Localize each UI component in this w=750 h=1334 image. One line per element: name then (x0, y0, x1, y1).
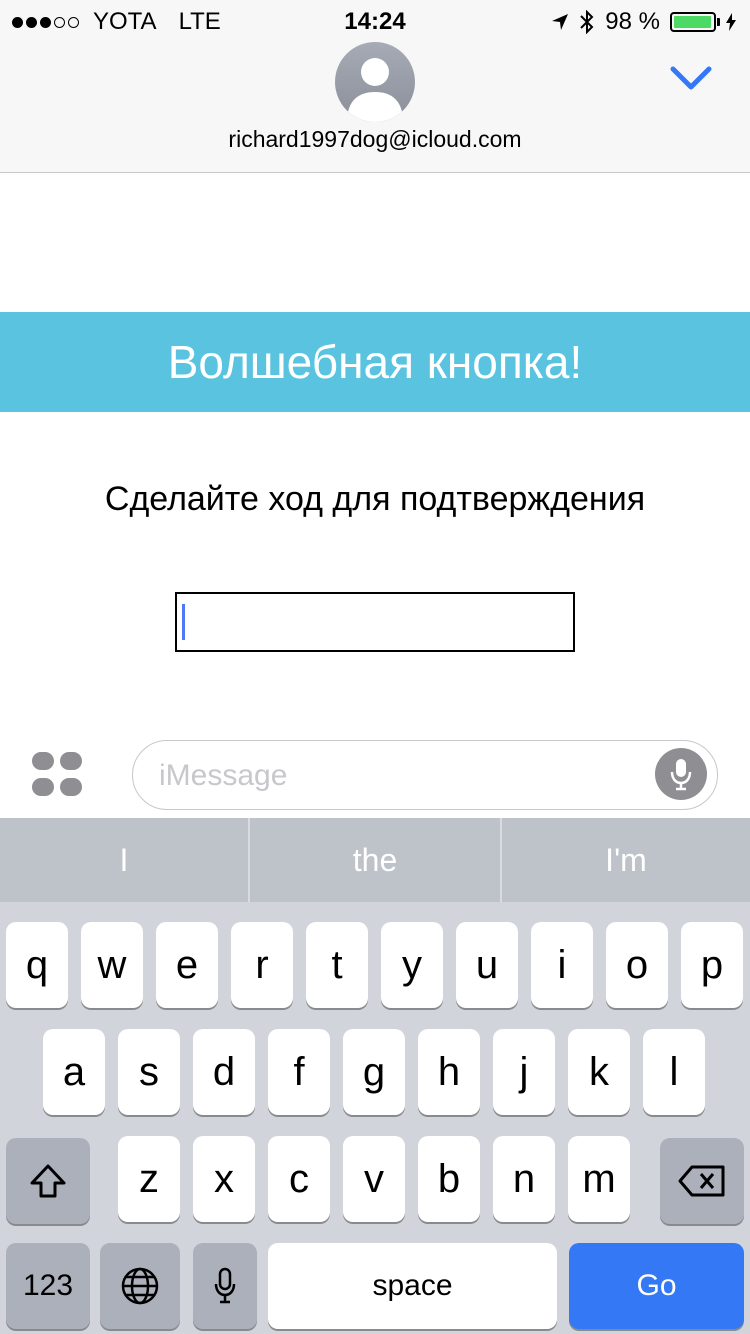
go-key[interactable]: Go (569, 1243, 744, 1329)
confirm-prompt: Сделайте ход для подтверждения (104, 480, 646, 518)
status-bar: YOTA LTE 14:24 98 % (0, 0, 750, 42)
key-b[interactable]: b (418, 1136, 480, 1222)
suggestion-1[interactable]: I (0, 818, 248, 902)
key-m[interactable]: m (568, 1136, 630, 1222)
battery-percent: 98 % (605, 8, 660, 35)
dictation-key[interactable] (193, 1243, 257, 1329)
numbers-key[interactable]: 123 (6, 1243, 90, 1329)
contact-name[interactable]: richard1997dog@icloud.com (0, 126, 750, 153)
key-a[interactable]: a (43, 1029, 105, 1115)
key-p[interactable]: p (681, 922, 743, 1008)
suggestion-2[interactable]: the (250, 818, 500, 902)
microphone-icon (670, 759, 692, 791)
key-c[interactable]: c (268, 1136, 330, 1222)
microphone-icon (214, 1267, 236, 1304)
key-q[interactable]: q (6, 922, 68, 1008)
text-cursor (182, 604, 185, 640)
imessage-placeholder: iMessage (159, 759, 288, 792)
key-i[interactable]: i (531, 922, 593, 1008)
key-s[interactable]: s (118, 1029, 180, 1115)
key-o[interactable]: o (606, 922, 668, 1008)
key-j[interactable]: j (493, 1029, 555, 1115)
shift-icon (30, 1164, 66, 1198)
suggestion-3[interactable]: I'm (502, 818, 750, 902)
key-x[interactable]: x (193, 1136, 255, 1222)
imessage-input[interactable]: iMessage (132, 740, 718, 810)
key-y[interactable]: y (381, 922, 443, 1008)
key-v[interactable]: v (343, 1136, 405, 1222)
key-f[interactable]: f (268, 1029, 330, 1115)
globe-icon (121, 1267, 159, 1305)
confirm-input[interactable] (175, 592, 575, 652)
chevron-down-icon[interactable] (670, 66, 712, 97)
suggestion-bar: I the I'm (0, 818, 750, 902)
key-w[interactable]: w (81, 922, 143, 1008)
key-d[interactable]: d (193, 1029, 255, 1115)
key-g[interactable]: g (343, 1029, 405, 1115)
key-z[interactable]: z (118, 1136, 180, 1222)
magic-button-banner[interactable]: Волшебная кнопка! (0, 312, 750, 412)
delete-key[interactable] (660, 1138, 744, 1224)
key-l[interactable]: l (643, 1029, 705, 1115)
dictation-button[interactable] (655, 748, 707, 800)
contact-avatar[interactable] (335, 42, 415, 122)
globe-key[interactable] (100, 1243, 180, 1329)
keyboard: I the I'm 123 space Go qwertyuiop asdfghj… (0, 818, 750, 1334)
app-drawer-icon[interactable] (32, 752, 84, 798)
battery-level (674, 16, 712, 28)
status-right: 98 % (551, 8, 736, 36)
charging-icon (726, 13, 736, 31)
bluetooth-icon (580, 10, 594, 34)
key-e[interactable]: e (156, 922, 218, 1008)
location-icon (552, 14, 569, 30)
key-t[interactable]: t (306, 922, 368, 1008)
space-key[interactable]: space (268, 1243, 557, 1329)
shift-key[interactable] (6, 1138, 90, 1224)
backspace-icon (678, 1165, 725, 1197)
key-k[interactable]: k (568, 1029, 630, 1115)
battery-icon (670, 12, 720, 32)
key-n[interactable]: n (493, 1136, 555, 1222)
key-h[interactable]: h (418, 1029, 480, 1115)
person-icon (347, 58, 403, 122)
key-u[interactable]: u (456, 922, 518, 1008)
key-r[interactable]: r (231, 922, 293, 1008)
